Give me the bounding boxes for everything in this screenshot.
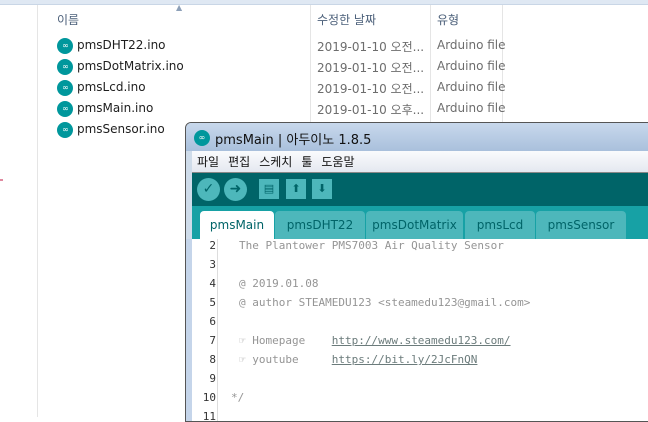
column-header-type[interactable]: 유형 [437,11,459,28]
code-line: ☞ youtube https://bit.ly/2JcFnQN [239,353,477,366]
column-header-date[interactable]: 수정한 날짜 [317,11,376,28]
decoration-mark [0,179,3,181]
code-line: ☞ Homepage http://www.steamedu123.com/ [239,334,511,347]
tab-pmsDHT22[interactable]: pmsDHT22 [275,211,365,239]
toolbar: ✓ ➜ ▤ ⬆ ⬇ [192,173,648,206]
arduino-file-icon: ∞ [57,59,73,75]
open-button[interactable]: ⬆ [286,179,306,199]
menu-sketch[interactable]: 스케치 [259,151,292,173]
code-line: The Plantower PMS7003 Air Quality Sensor [239,239,504,252]
file-name: pmsDotMatrix.ino [77,59,184,73]
file-row[interactable]: ∞ pmsDHT22.ino 2019-01-10 오전... Arduino … [57,36,507,56]
tab-pmsDotMatrix[interactable]: pmsDotMatrix [366,211,463,239]
checkmark-icon: ✓ [202,181,215,197]
file-name: pmsMain.ino [77,101,154,115]
line-number: 8 [209,353,216,366]
arrow-down-icon: ⬇ [317,182,327,195]
code-text: The Plantower PMS7003 Air Quality Sensor [239,239,504,252]
file-type: Arduino file [437,38,506,52]
verify-button[interactable]: ✓ [197,178,220,201]
file-date: 2019-01-10 오전... [317,82,425,96]
code-editor[interactable]: 2 The Plantower PMS7003 Air Quality Senso… [186,239,648,421]
file-date: 2019-01-10 오후... [317,103,425,117]
title-bar[interactable]: ∞ pmsMain | 아두이노 1.8.5 [186,123,648,151]
save-button[interactable]: ⬇ [312,179,332,199]
document-icon: ▤ [263,182,275,195]
menu-bar: 파일 편집 스케치 툴 도움말 [192,151,648,173]
menu-edit[interactable]: 편집 [228,151,250,173]
sort-arrow-icon: ▲ [176,3,183,12]
arrow-right-icon: ➜ [229,181,242,197]
gutter-separator [217,239,218,421]
menu-help[interactable]: 도움말 [321,151,354,173]
line-number: 4 [209,277,216,290]
file-type: Arduino file [437,101,506,115]
line-number: 9 [209,372,216,385]
code-text: */ [231,391,245,404]
file-row[interactable]: ∞ pmsDotMatrix.ino 2019-01-10 오전... Ardu… [57,57,507,77]
code-line: */ [231,391,244,404]
arduino-file-icon: ∞ [57,38,73,54]
new-button[interactable]: ▤ [259,179,279,199]
menu-file[interactable]: 파일 [197,151,219,173]
line-number: 6 [209,315,216,328]
menu-tools[interactable]: 툴 [301,151,312,173]
arduino-file-icon: ∞ [57,101,73,117]
arduino-file-icon: ∞ [57,122,73,138]
code-text: @ 2019.01.08 [239,277,319,290]
code-text: ☞ Homepage [239,334,332,347]
line-number: 2 [209,239,216,252]
arduino-logo-icon: ∞ [194,130,210,146]
file-name: pmsSensor.ino [77,122,165,136]
upload-button[interactable]: ➜ [224,178,247,201]
file-row[interactable]: ∞ pmsMain.ino 2019-01-10 오후... Arduino f… [57,99,507,119]
code-text: ☞ youtube [239,353,332,366]
file-name: pmsLcd.ino [77,80,146,94]
file-name: pmsDHT22.ino [77,38,166,52]
file-type: Arduino file [437,59,506,73]
explorer-top-strip [0,0,648,5]
line-number: 10 [202,391,216,404]
tab-pmsLcd[interactable]: pmsLcd [465,211,535,239]
line-number: 3 [209,258,216,271]
column-header-name[interactable]: 이름 [57,11,79,28]
code-link[interactable]: http://www.steamedu123.com/ [332,334,511,347]
line-number: 7 [209,334,216,347]
file-date: 2019-01-10 오전... [317,61,425,75]
file-row[interactable]: ∞ pmsLcd.ino 2019-01-10 오전... Arduino fi… [57,78,507,98]
explorer-pane-divider [37,5,38,417]
line-number: 5 [209,296,216,309]
window-title: pmsMain | 아두이노 1.8.5 [215,133,372,148]
tab-pmsMain[interactable]: pmsMain [200,211,274,239]
code-link[interactable]: https://bit.ly/2JcFnQN [332,353,478,366]
sketch-tabs: pmsMain pmsDHT22 pmsDotMatrix pmsLcd pms… [192,206,648,239]
line-number: 11 [202,410,216,422]
arrow-up-icon: ⬆ [291,182,301,195]
file-type: Arduino file [437,80,506,94]
tab-pmsSensor[interactable]: pmsSensor [536,211,626,239]
arduino-file-icon: ∞ [57,80,73,96]
arduino-window: ∞ pmsMain | 아두이노 1.8.5 파일 편집 스케치 툴 도움말 ✓ ➜ ▤… [185,122,648,422]
file-date: 2019-01-10 오전... [317,40,425,54]
code-text: @ author STEAMEDU123 <steamedu123@gmail.… [239,296,531,309]
code-line: @ 2019.01.08 [239,277,318,290]
code-line: @ author STEAMEDU123 <steamedu123@gmail.… [239,296,530,309]
